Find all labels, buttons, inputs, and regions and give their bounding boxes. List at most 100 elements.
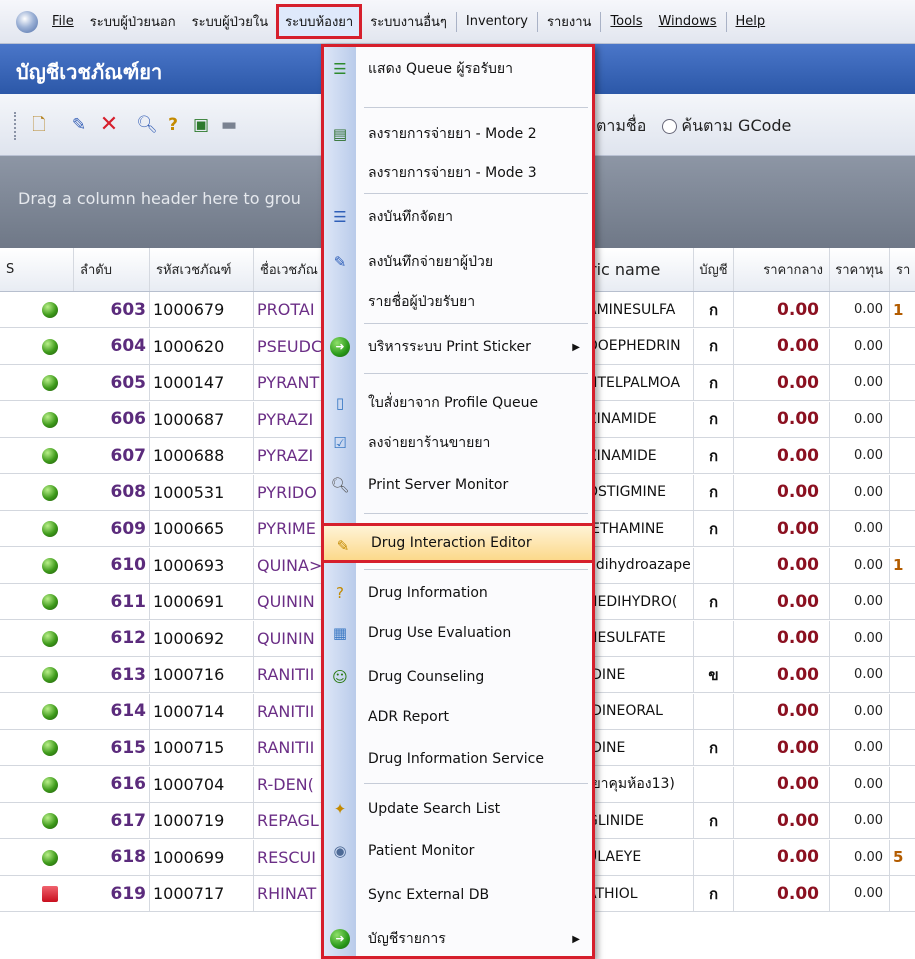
mid-price-cell[interactable]: 0.00 [734,730,830,765]
mid-price-cell[interactable]: 0.00 [734,328,830,364]
menu-help[interactable]: Help [728,8,774,35]
code-cell[interactable]: 1000688 [150,438,254,473]
extra-cell[interactable] [890,584,915,619]
code-cell[interactable]: 1000665 [150,511,254,546]
account-cell[interactable]: ก [694,438,734,473]
account-cell[interactable]: ก [694,803,734,838]
code-cell[interactable]: 1000147 [150,365,254,400]
extra-cell[interactable] [890,511,915,546]
extra-cell[interactable] [890,438,915,473]
menu-tools[interactable]: Tools [602,8,650,35]
menu-item-16[interactable]: ✦ Update Search List [324,789,592,829]
generic-name-cell[interactable]: IDINE [584,730,694,765]
generic-name-cell[interactable]: ndihydroazape [584,547,694,583]
account-cell[interactable] [694,620,734,656]
cost-cell[interactable]: 0.00 [830,657,890,692]
seq-cell[interactable]: 608 [74,474,150,510]
generic-name-cell[interactable]: NEDIHYDRO( [584,584,694,619]
code-cell[interactable]: 1000620 [150,328,254,364]
menu-item-12[interactable]: ▦ Drug Use Evaluation [324,613,592,653]
name-cell[interactable]: REPAGL [254,803,324,838]
edit-icon[interactable]: ✎ [68,114,90,136]
account-cell[interactable]: ก [694,584,734,619]
name-cell[interactable]: RHINAT [254,876,324,911]
name-cell[interactable]: RANITII [254,730,324,765]
seq-cell[interactable]: 607 [74,438,150,473]
generic-name-cell[interactable]: AMINESULFA [584,292,694,327]
code-cell[interactable]: 1000693 [150,547,254,583]
generic-name-cell[interactable]: NTELPALMOA [584,365,694,400]
seq-cell[interactable]: 618 [74,839,150,875]
menu-item-2[interactable]: ลงรายการจ่ายยา - Mode 3 [324,155,592,191]
code-cell[interactable]: 1000717 [150,876,254,911]
seq-cell[interactable]: 605 [74,365,150,400]
account-cell[interactable] [694,547,734,583]
extra-cell[interactable] [890,475,915,510]
name-cell[interactable]: PROTAI [254,292,324,327]
col-header-status[interactable]: S [0,248,74,291]
menu-item-7[interactable]: ▯ ใบสั่งยาจาก Profile Queue [324,383,592,423]
name-cell[interactable]: RANITII [254,657,324,692]
mid-price-cell[interactable]: 0.00 [734,292,830,327]
mid-price-cell[interactable]: 0.00 [734,839,830,875]
mid-price-cell[interactable]: 0.00 [734,876,830,911]
radio-gcode[interactable] [662,119,678,134]
account-cell[interactable]: ก [694,292,734,327]
account-cell[interactable]: ก [694,365,734,400]
seq-cell[interactable]: 612 [74,620,150,656]
generic-name-cell[interactable]: ZINAMIDE [584,401,694,437]
cost-cell[interactable]: 0.00 [830,584,890,619]
col-header-account[interactable]: บัญชี [694,248,734,291]
menu-item-4[interactable]: ✎ ลงบันทึกจ่ายยาผู้ป่วย [324,243,592,281]
name-cell[interactable]: QUININ [254,584,324,619]
name-cell[interactable]: PYRIDO [254,474,324,510]
account-cell[interactable] [694,693,734,729]
cost-cell[interactable]: 0.00 [830,766,890,802]
cost-cell[interactable]: 0.00 [830,730,890,765]
mid-price-cell[interactable]: 0.00 [734,511,830,546]
col-header-code[interactable]: รหัสเวชภัณฑ์ [150,248,254,291]
toolbar-grip[interactable] [14,112,17,140]
menu-pharmacy[interactable]: ระบบห้องยา [276,4,363,39]
mid-price-cell[interactable]: 0.00 [734,584,830,619]
mid-price-cell[interactable]: 0.00 [734,474,830,510]
account-cell[interactable]: ก [694,474,734,510]
menu-windows[interactable]: Windows [650,8,724,35]
extra-cell[interactable]: 1 [890,548,915,583]
help-icon[interactable]: ? [162,114,184,136]
name-cell[interactable]: R-DEN( [254,766,324,802]
menu-item-0[interactable]: ☰ แสดง Queue ผู้รอรับยา [324,47,592,91]
extra-cell[interactable] [890,694,915,729]
cost-cell[interactable]: 0.00 [830,511,890,546]
account-cell[interactable]: ก [694,876,734,911]
search-by-name-label[interactable]: ตามชื่อ [596,114,646,139]
name-cell[interactable]: PYRIME [254,511,324,546]
name-cell[interactable]: PSEUDC [254,328,324,364]
extra-cell[interactable] [890,402,915,437]
code-cell[interactable]: 1000699 [150,839,254,875]
menu-item-11[interactable]: ? Drug Information [324,573,592,613]
mid-price-cell[interactable]: 0.00 [734,438,830,473]
cost-cell[interactable]: 0.00 [830,438,890,473]
menu-item-6[interactable]: ➜ บริหารระบบ Print Sticker ▶ [324,327,592,367]
name-cell[interactable]: RESCUI [254,839,324,875]
menu-item-15[interactable]: Drug Information Service [324,739,592,779]
search-by-gcode-label[interactable]: ค้นตาม GCode [681,114,791,139]
account-cell[interactable]: ก [694,401,734,437]
mid-price-cell[interactable]: 0.00 [734,365,830,400]
cost-cell[interactable]: 0.00 [830,803,890,838]
cost-cell[interactable]: 0.00 [830,839,890,875]
cost-cell[interactable]: 0.00 [830,365,890,400]
name-cell[interactable]: PYRANT [254,365,324,400]
extra-cell[interactable] [890,365,915,400]
generic-name-cell[interactable]: NESULFATE [584,620,694,656]
generic-name-cell[interactable]: DOEPHEDRIN [584,328,694,364]
generic-name-cell[interactable]: ULAEYE [584,839,694,875]
code-cell[interactable]: 1000715 [150,730,254,765]
account-cell[interactable]: ข [694,657,734,692]
menu-item-13[interactable]: ☺ Drug Counseling [324,657,592,697]
generic-name-cell[interactable]: ZINAMIDE [584,438,694,473]
menu-file[interactable]: File [44,8,82,35]
name-cell[interactable]: QUINA> [254,547,324,583]
col-header-seq[interactable]: ลำดับ [74,248,150,291]
